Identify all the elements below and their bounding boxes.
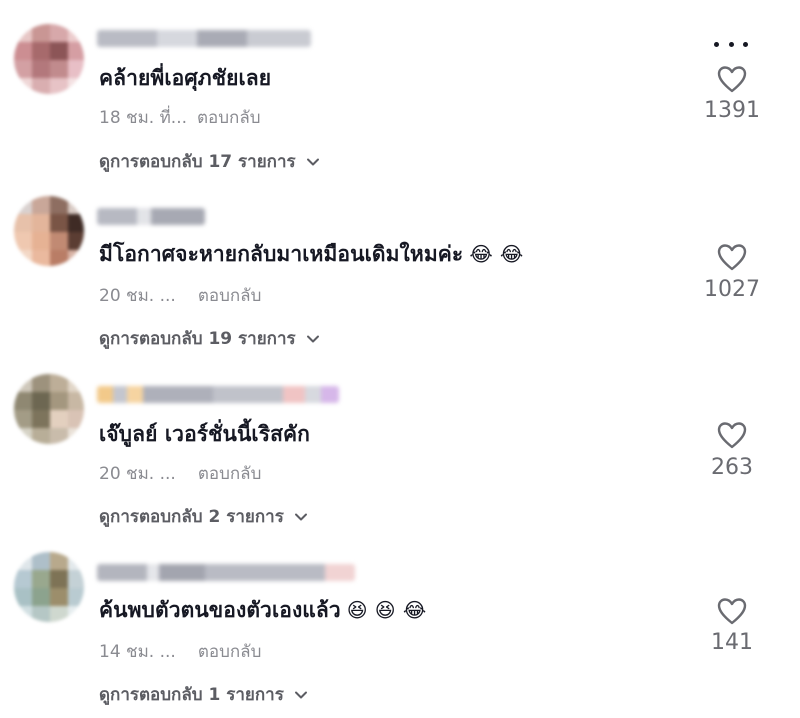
avatar[interactable] xyxy=(14,24,84,94)
heart-outline-icon[interactable] xyxy=(716,596,748,626)
comment-text-body: เจ๊บูลย์ เวอร์ชั่นนี้เริสคัก xyxy=(99,422,310,446)
username-blurred[interactable] xyxy=(97,564,355,581)
emoji: 😆 😆 😂 xyxy=(346,598,427,622)
comment-item: ค้นพบตัวตนของตัวเองแล้ว 😆 😆 😂 14 ชม. ... ต… xyxy=(0,532,800,710)
comment-text-body: มีโอกาศจะหายกลับมาเหมือนเดิมใหมค่ะ xyxy=(99,242,464,266)
view-replies-label: ดูการตอบกลับ 2 รายการ xyxy=(99,507,284,527)
more-dot xyxy=(743,41,748,47)
comment-text: ค้นพบตัวตนของตัวเองแล้ว 😆 😆 😂 xyxy=(99,594,426,627)
comment-time: 20 ชม. ... xyxy=(99,286,176,306)
like-count: 263 xyxy=(711,455,753,480)
chevron-down-icon xyxy=(306,335,319,342)
like-count: 1027 xyxy=(704,277,760,302)
reply-button[interactable]: ตอบกลับ xyxy=(197,108,261,128)
reply-button[interactable]: ตอบกลับ xyxy=(198,642,262,662)
comment-meta: 20 ชม. ... ตอบกลับ xyxy=(99,282,261,309)
comment-meta: 18 ชม. ที่... ตอบกลับ xyxy=(99,104,261,131)
username-blurred[interactable] xyxy=(97,30,311,47)
comment-time: 14 ชม. ... xyxy=(99,642,176,662)
comment-meta: 14 ชม. ... ตอบกลับ xyxy=(99,638,261,665)
username-blurred[interactable] xyxy=(97,386,339,403)
view-replies-button[interactable]: ดูการตอบกลับ 2 รายการ xyxy=(99,503,308,530)
comment-item: คล้ายพี่เอศุภชัยเลย 18 ชม. ที่... ตอบกลับ… xyxy=(0,0,800,178)
view-replies-button[interactable]: ดูการตอบกลับ 1 รายการ xyxy=(99,681,308,708)
heart-outline-icon[interactable] xyxy=(716,420,748,450)
comment-time: 18 ชม. ที่... xyxy=(99,108,188,128)
heart-outline-icon[interactable] xyxy=(716,64,748,94)
view-replies-button[interactable]: ดูการตอบกลับ 17 รายการ xyxy=(99,148,320,175)
avatar[interactable] xyxy=(14,196,84,266)
emoji: 😂 😂 xyxy=(469,242,524,266)
comment-text: มีโอกาศจะหายกลับมาเหมือนเดิมใหมค่ะ 😂 😂 xyxy=(99,238,523,271)
comment-item: เจ๊บูลย์ เวอร์ชั่นนี้เริสคัก 20 ชม. ... ต… xyxy=(0,354,800,532)
comment-text: คล้ายพี่เอศุภชัยเลย xyxy=(99,62,271,95)
view-replies-button[interactable]: ดูการตอบกลับ 19 รายการ xyxy=(99,325,320,352)
reply-button[interactable]: ตอบกลับ xyxy=(198,464,262,484)
like-count: 141 xyxy=(711,630,753,655)
reply-button[interactable]: ตอบกลับ xyxy=(198,286,262,306)
comment-text: เจ๊บูลย์ เวอร์ชั่นนี้เริสคัก xyxy=(99,418,310,451)
view-replies-label: ดูการตอบกลับ 1 รายการ xyxy=(99,685,284,705)
more-dots-icon xyxy=(714,41,719,47)
heart-outline-icon[interactable] xyxy=(716,242,748,272)
comment-text-body: ค้นพบตัวตนของตัวเองแล้ว xyxy=(99,598,341,622)
chevron-down-icon xyxy=(306,158,319,165)
comment-item: มีโอกาศจะหายกลับมาเหมือนเดิมใหมค่ะ 😂 😂 20… xyxy=(0,176,800,354)
view-replies-label: ดูการตอบกลับ 19 รายการ xyxy=(99,329,296,349)
view-replies-label: ดูการตอบกลับ 17 รายการ xyxy=(99,152,296,172)
more-options-button[interactable] xyxy=(710,35,752,53)
username-blurred[interactable] xyxy=(97,208,205,225)
more-dot xyxy=(728,41,734,47)
comment-meta: 20 ชม. ... ตอบกลับ xyxy=(99,460,261,487)
comment-time: 20 ชม. ... xyxy=(99,464,176,484)
avatar[interactable] xyxy=(14,374,84,444)
chevron-down-icon xyxy=(294,513,307,520)
avatar[interactable] xyxy=(14,552,84,622)
like-count: 1391 xyxy=(704,98,760,123)
chevron-down-icon xyxy=(294,691,307,698)
comment-text-body: คล้ายพี่เอศุภชัยเลย xyxy=(99,66,272,90)
